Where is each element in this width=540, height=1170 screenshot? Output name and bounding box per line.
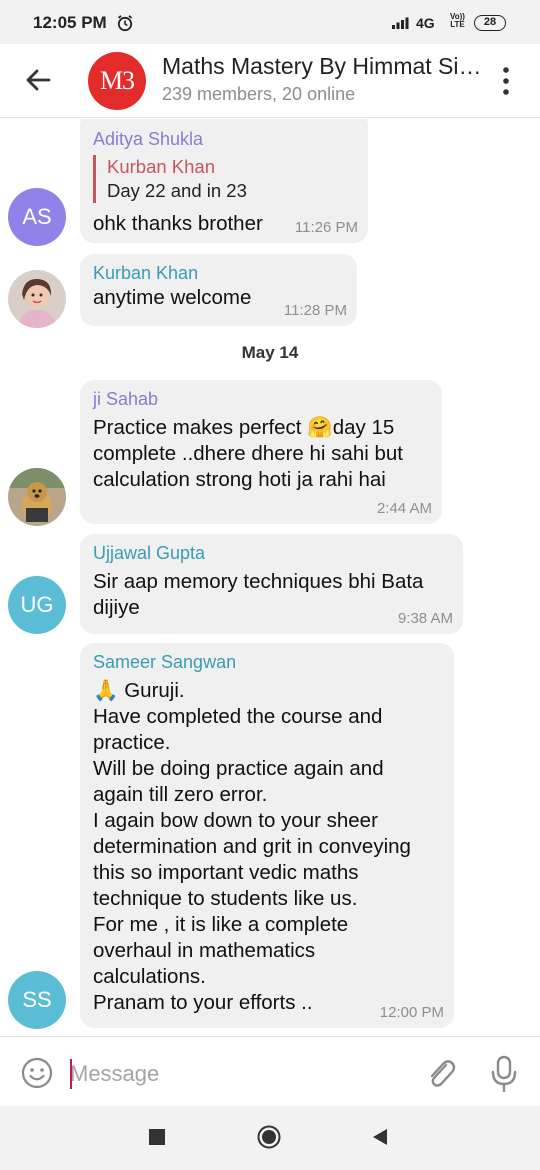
message-list[interactable]: Aditya Shukla Kurban Khan Day 22 and in … xyxy=(0,119,540,1036)
status-time: 12:05 PM xyxy=(33,13,107,32)
message-bubble[interactable]: Ujjawal Gupta Sir aap memory techniques … xyxy=(80,534,463,634)
paperclip-icon[interactable] xyxy=(424,1055,458,1093)
message-sender: Sameer Sangwan xyxy=(93,652,237,672)
emoji-icon[interactable] xyxy=(20,1056,54,1090)
message-sender: Ujjawal Gupta xyxy=(93,543,206,563)
system-nav-bar xyxy=(0,1106,540,1170)
signal-bars-icon xyxy=(392,17,409,29)
network-type: 4G xyxy=(416,15,435,31)
volte-indicator: Vo)) LTE xyxy=(450,12,465,29)
more-vert-icon[interactable] xyxy=(494,64,518,98)
avatar[interactable]: UG xyxy=(8,576,66,634)
group-title[interactable]: Maths Mastery By Himmat Singh xyxy=(162,53,482,80)
photo-dog-icon[interactable] xyxy=(8,468,66,526)
avatar[interactable]: SS xyxy=(8,971,66,1029)
message-sender: ji Sahab xyxy=(93,389,159,409)
home-circle-icon[interactable] xyxy=(257,1125,281,1149)
chat-header: M3 Maths Mastery By Himmat Singh 239 mem… xyxy=(0,44,540,118)
message-time: 11:26 PM xyxy=(294,219,358,236)
reply-text: Day 22 and in 23 xyxy=(107,180,247,201)
date-separator: May 14 xyxy=(241,343,299,362)
group-avatar[interactable]: M3 xyxy=(88,52,146,110)
status-bar: 12:05 PM 4G Vo)) LTE 28 xyxy=(0,0,540,44)
message-time: 2:44 AM xyxy=(376,500,432,517)
message-bubble[interactable]: ji Sahab Practice makes perfect 🤗day 15 … xyxy=(80,380,442,524)
message-time: 11:28 PM xyxy=(283,302,347,319)
microphone-icon[interactable] xyxy=(489,1054,519,1094)
message-input[interactable] xyxy=(70,1057,400,1091)
message-sender: Kurban Khan xyxy=(93,263,199,283)
message-time: 9:38 AM xyxy=(397,610,453,627)
alarm-clock-icon xyxy=(117,15,133,32)
reply-quote[interactable]: Kurban Khan Day 22 and in 23 xyxy=(93,155,355,203)
message-bubble[interactable]: Aditya Shukla Kurban Khan Day 22 and in … xyxy=(80,119,368,243)
message-text: 🙏 Guruji. Have completed the course and … xyxy=(93,679,411,1014)
message-time: 12:00 PM xyxy=(379,1004,444,1021)
message-bubble[interactable]: Sameer Sangwan 🙏 Guruji. Have completed … xyxy=(80,643,454,1028)
message-bubble[interactable]: Kurban Khan anytime welcome 11:28 PM xyxy=(80,254,357,326)
recents-square-icon[interactable] xyxy=(149,1129,165,1145)
arrow-left-icon[interactable] xyxy=(22,64,54,96)
battery-indicator: 28 xyxy=(474,15,506,31)
photo-girl-icon[interactable] xyxy=(8,270,66,328)
message-sender: Aditya Shukla xyxy=(93,129,204,149)
back-triangle-icon[interactable] xyxy=(371,1127,389,1147)
avatar[interactable]: AS xyxy=(8,188,66,246)
group-subtitle: 239 members, 20 online xyxy=(162,84,356,104)
message-text: Practice makes perfect 🤗day 15 complete … xyxy=(93,416,403,491)
message-text: Sir aap memory techniques bhi Bata dijiy… xyxy=(93,570,424,619)
text-caret xyxy=(70,1059,72,1089)
message-composer xyxy=(0,1036,540,1106)
reply-sender: Kurban Khan xyxy=(107,156,216,177)
